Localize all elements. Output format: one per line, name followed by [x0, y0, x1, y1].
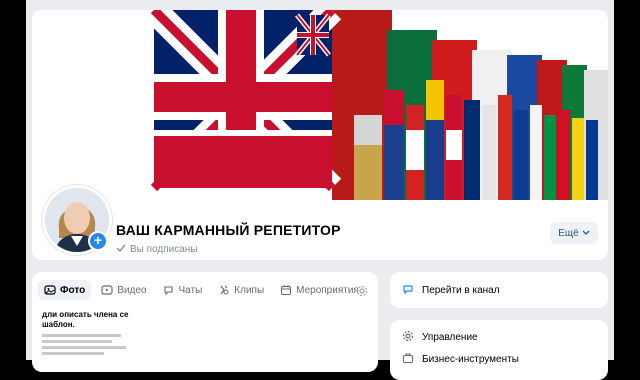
doc-line-2: шаблон.: [42, 320, 75, 329]
settings-icon: [402, 330, 414, 345]
tab-video[interactable]: Видео: [95, 280, 152, 300]
add-photo-icon[interactable]: +: [88, 231, 108, 251]
tab-events-label: Мероприятия: [296, 284, 359, 296]
tab-photo[interactable]: Фото: [38, 280, 92, 300]
go-to-channel-label: Перейти в канал: [422, 284, 500, 296]
doc-line-1: дли описать члена се: [42, 310, 129, 319]
management-label: Управление: [422, 332, 478, 343]
tab-video-label: Видео: [117, 284, 147, 296]
media-section: Фото Видео Чаты Клипы Мероприятия дли оп…: [32, 272, 378, 372]
page: + ВАШ КАРМАННЫЙ РЕПЕТИТОР Вы подписаны Е…: [26, 0, 614, 380]
tab-chats-label: Чаты: [178, 284, 203, 296]
channel-icon: [402, 283, 414, 298]
clips-icon: [218, 284, 230, 296]
doc-text-lines: [42, 334, 130, 355]
chevron-down-icon: [582, 228, 590, 239]
subscribed-label: Вы подписаны: [130, 244, 198, 255]
chats-icon: [163, 284, 175, 296]
tab-events[interactable]: Мероприятия: [274, 280, 365, 300]
go-to-channel-button[interactable]: Перейти в канал: [390, 272, 608, 308]
management-card: Управление Бизнес-инструменты: [390, 320, 608, 380]
photo-icon: [44, 284, 56, 296]
video-icon: [101, 284, 113, 296]
tab-clips[interactable]: Клипы: [212, 280, 270, 300]
photo-thumbnail[interactable]: дли описать члена се шаблон.: [42, 310, 130, 372]
check-icon: [116, 243, 126, 256]
more-button[interactable]: Ещё: [550, 222, 598, 244]
tab-clips-label: Клипы: [234, 284, 265, 296]
subscription-status[interactable]: Вы подписаны: [116, 243, 198, 256]
community-header: + ВАШ КАРМАННЫЙ РЕПЕТИТОР Вы подписаны Е…: [32, 10, 608, 260]
calendar-icon: [280, 284, 292, 296]
tab-photo-label: Фото: [60, 284, 86, 296]
gear-icon[interactable]: [356, 284, 368, 302]
community-title: ВАШ КАРМАННЫЙ РЕПЕТИТОР: [116, 222, 341, 238]
tab-chats[interactable]: Чаты: [157, 280, 209, 300]
management-item[interactable]: Управление: [402, 330, 478, 345]
cover-image: [32, 10, 608, 200]
more-label: Ещё: [558, 227, 579, 239]
media-tabs: Фото Видео Чаты Клипы Мероприятия: [38, 280, 365, 300]
